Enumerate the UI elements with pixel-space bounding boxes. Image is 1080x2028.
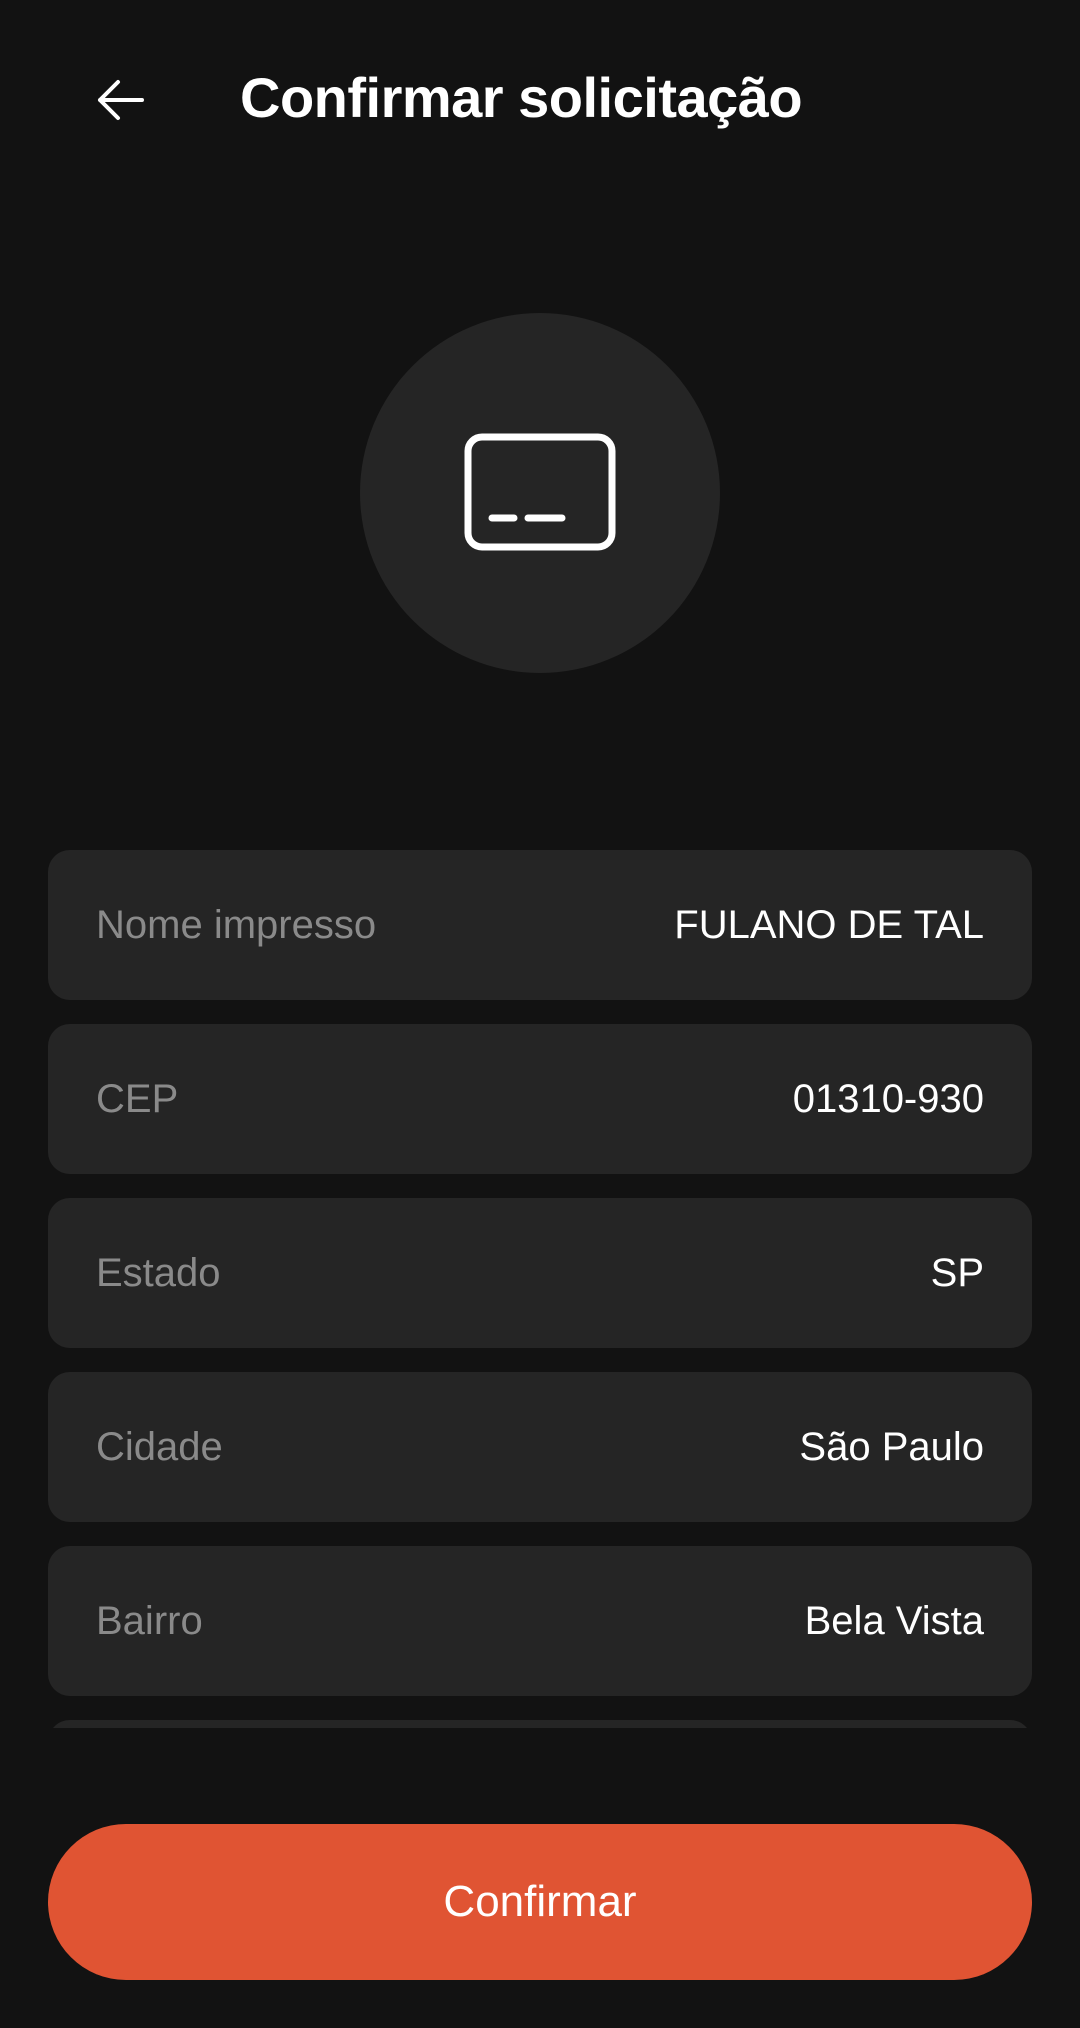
summary-row-city: Cidade São Paulo	[48, 1372, 1032, 1522]
row-label: Nome impresso	[96, 902, 377, 947]
row-label: Estado	[96, 1250, 221, 1295]
summary-row-next	[48, 1720, 1032, 1728]
arrow-left-icon	[98, 80, 144, 120]
row-label: Cidade	[96, 1424, 223, 1469]
card-icon	[464, 433, 616, 551]
confirm-button[interactable]: Confirmar	[48, 1824, 1032, 1980]
row-label: CEP	[96, 1076, 179, 1121]
row-value: FULANO DE TAL	[674, 902, 984, 947]
summary-row-printed-name: Nome impresso FULANO DE TAL	[48, 850, 1032, 1000]
row-label: Bairro	[96, 1598, 203, 1643]
row-value: São Paulo	[799, 1424, 984, 1469]
app-header: Confirmar solicitação	[0, 0, 1080, 195]
summary-list: Nome impresso FULANO DE TAL CEP 01310-93…	[48, 850, 1032, 1728]
summary-row-state: Estado SP	[48, 1198, 1032, 1348]
page-title: Confirmar solicitação	[240, 66, 803, 129]
back-button[interactable]	[70, 50, 170, 150]
summary-row-cep: CEP 01310-930	[48, 1024, 1032, 1174]
row-value: SP	[930, 1250, 984, 1295]
row-value: 01310-930	[792, 1076, 984, 1121]
row-value: Bela Vista	[804, 1598, 984, 1643]
summary-row-neighborhood: Bairro Bela Vista	[48, 1546, 1032, 1696]
card-illustration	[360, 313, 720, 673]
